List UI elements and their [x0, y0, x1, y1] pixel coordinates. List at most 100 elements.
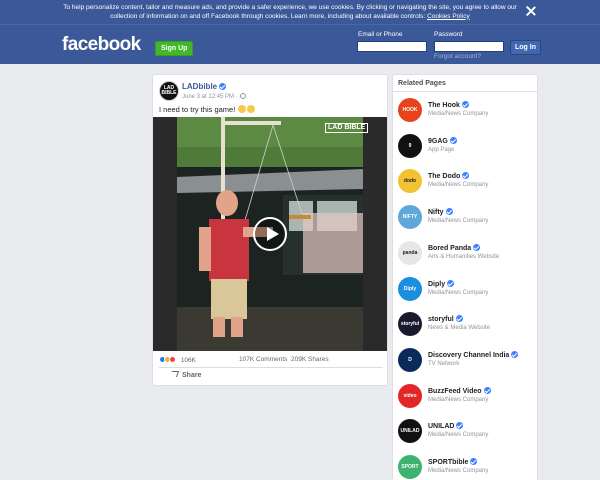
post-text: I need to try this game!: [159, 105, 256, 114]
related-page-item[interactable]: HOOK The Hook Media/News Company: [398, 98, 534, 128]
related-page-item[interactable]: storyful storyful News & Media Website: [398, 312, 534, 342]
page-logo[interactable]: NIFTY: [398, 205, 422, 230]
post-text-label: I need to try this game!: [159, 105, 236, 114]
comments-shares: 107K Comments 209K Shares: [239, 356, 329, 363]
page-name-label[interactable]: SPORTbible: [428, 459, 468, 466]
comments-count[interactable]: 107K Comments: [239, 356, 287, 363]
cookies-policy-link[interactable]: Cookies Policy: [427, 13, 470, 20]
password-label: Password: [434, 31, 463, 38]
page-category: Media/News Company: [428, 432, 489, 439]
page-logo[interactable]: storyful: [398, 312, 422, 337]
page-name-label[interactable]: UNILAD: [428, 423, 454, 430]
page-name[interactable]: LADbible: [182, 82, 227, 91]
avatar[interactable]: LAD BIBLE: [159, 81, 179, 101]
divider: [159, 367, 383, 368]
email-field[interactable]: [357, 41, 427, 52]
post-time[interactable]: June 3 at 12:45 PM ·: [182, 93, 246, 100]
related-page-item[interactable]: 9 9GAG App Page: [398, 133, 534, 164]
laughing-emoji-icon: [238, 105, 247, 113]
close-icon[interactable]: [526, 6, 536, 16]
page-name[interactable]: The Dodo: [428, 172, 470, 180]
verified-icon: [449, 136, 457, 144]
page-name[interactable]: BuzzFeed Video: [428, 386, 491, 395]
password-field[interactable]: [434, 41, 504, 52]
page-logo[interactable]: 9: [398, 133, 422, 158]
shares-count[interactable]: 209K Shares: [291, 356, 329, 363]
verified-icon: [461, 101, 469, 108]
signup-button[interactable]: Sign Up: [155, 41, 194, 56]
page-name[interactable]: Bored Panda: [428, 243, 481, 252]
page-category: Media/News Company: [428, 396, 489, 403]
verified-icon: [445, 208, 453, 216]
page-logo[interactable]: video: [398, 383, 422, 408]
page-name-label[interactable]: Discovery Channel India: [428, 352, 509, 359]
facebook-logo[interactable]: facebook: [62, 34, 141, 56]
page-category: News & Media Website: [428, 325, 490, 332]
cookie-banner: To help personalize content, tailor and …: [0, 0, 600, 24]
post-time-label[interactable]: June 3 at 12:45 PM ·: [182, 94, 238, 100]
login-button[interactable]: Log In: [510, 40, 541, 55]
page-logo[interactable]: HOOK: [398, 98, 422, 122]
page-name-label[interactable]: LADbible: [182, 82, 217, 91]
verified-icon: [462, 172, 470, 180]
verified-icon: [455, 315, 463, 323]
related-page-item[interactable]: SPORT SPORTbible Media/News Company: [398, 455, 534, 480]
related-page-item[interactable]: NIFTY Nifty Media/News Company: [398, 205, 534, 235]
divider: [393, 91, 537, 92]
page-name-label[interactable]: The Hook: [428, 102, 460, 109]
page-name-label[interactable]: BuzzFeed Video: [428, 388, 482, 395]
header: facebook Sign Up Email or Phone Password…: [0, 24, 600, 64]
related-page-item[interactable]: panda Bored Panda Arts & Humanities Websit…: [398, 240, 534, 271]
page-name[interactable]: Nifty: [428, 208, 453, 216]
share-icon: [169, 371, 180, 377]
page-category: Arts & Humanities Website: [428, 253, 500, 260]
love-reaction-icon[interactable]: [169, 356, 176, 363]
related-page-item[interactable]: dodo The Dodo Media/News Company: [398, 169, 534, 199]
play-icon[interactable]: [253, 217, 287, 251]
page-name[interactable]: 9GAG: [428, 136, 457, 145]
page-category: Media/News Company: [428, 111, 489, 117]
page-logo[interactable]: SPORT: [398, 455, 422, 479]
video-player[interactable]: LAD BIBLE: [153, 117, 387, 351]
related-page-item[interactable]: video BuzzFeed Video Media/News Company: [398, 383, 534, 414]
related-page-item[interactable]: UNILAD UNILAD Media/News Company: [398, 419, 534, 449]
post-card: LAD BIBLE LADbible June 3 at 12:45 PM · …: [152, 74, 388, 386]
verified-icon: [483, 386, 491, 394]
post-stats: 106K 107K Comments 209K Shares: [159, 356, 383, 364]
page-name-label[interactable]: storyful: [428, 316, 454, 323]
verified-icon: [219, 83, 227, 90]
page-logo[interactable]: UNILAD: [398, 419, 422, 444]
verified-icon: [470, 458, 478, 465]
page-name-label[interactable]: Nifty: [428, 209, 444, 216]
page-name[interactable]: UNILAD: [428, 422, 464, 430]
page-category: Media/News Company: [428, 218, 489, 225]
page-name-label[interactable]: 9GAG: [428, 138, 448, 145]
related-page-item[interactable]: Diply Diply Media/News Company: [398, 276, 534, 307]
related-page-item[interactable]: D Discovery Channel India TV Network: [398, 347, 534, 378]
related-pages-panel: Related Pages HOOK The Hook Media/News Com…: [392, 74, 538, 480]
page-name-label[interactable]: Bored Panda: [428, 245, 471, 252]
page-category: Media/News Company: [428, 468, 489, 474]
verified-icon: [447, 279, 455, 287]
email-label: Email or Phone: [358, 31, 403, 38]
page-logo[interactable]: dodo: [398, 169, 422, 194]
page-name[interactable]: The Hook: [428, 101, 469, 109]
related-pages-title: Related Pages: [398, 80, 446, 87]
page-name-label[interactable]: The Dodo: [428, 173, 460, 180]
reactions-count[interactable]: 106K: [181, 357, 196, 364]
share-button[interactable]: Share: [169, 371, 201, 379]
page-name[interactable]: Discovery Channel India: [428, 350, 519, 359]
page-name[interactable]: storyful: [428, 315, 463, 323]
verified-icon: [473, 243, 481, 251]
page-logo[interactable]: panda: [398, 240, 422, 265]
page-name-label[interactable]: Diply: [428, 281, 445, 288]
forgot-account-link[interactable]: Forgot account?: [434, 53, 481, 60]
page-name[interactable]: Diply: [428, 279, 455, 288]
page-category: Media/News Company: [428, 289, 489, 296]
page-logo[interactable]: Diply: [398, 276, 422, 301]
share-label[interactable]: Share: [182, 372, 201, 379]
page-logo[interactable]: D: [398, 347, 422, 372]
page-category: App Page: [428, 146, 455, 153]
page-name[interactable]: SPORTbible: [428, 458, 478, 466]
page-category: TV Network: [428, 360, 460, 367]
